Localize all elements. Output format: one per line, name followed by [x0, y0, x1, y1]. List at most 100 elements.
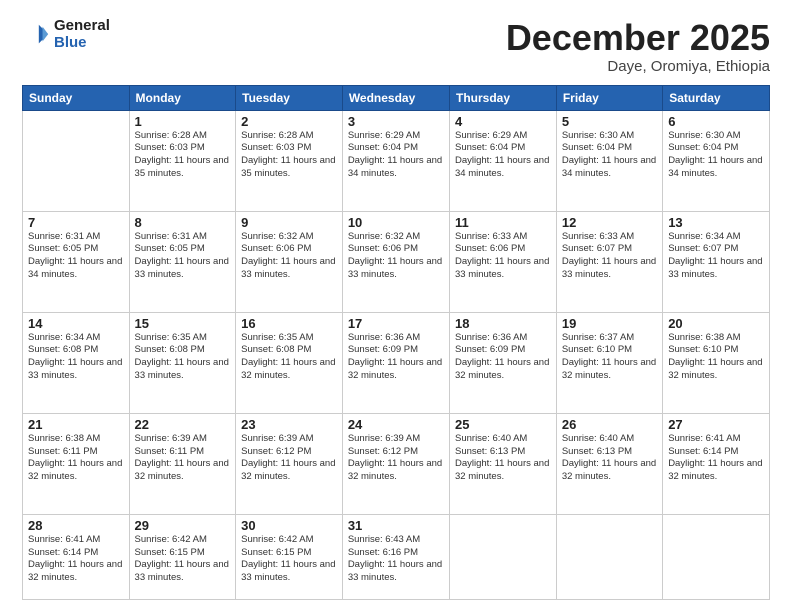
day-number: 18	[455, 316, 551, 331]
calendar-cell: 13Sunrise: 6:34 AMSunset: 6:07 PMDayligh…	[663, 211, 770, 312]
calendar-cell: 4Sunrise: 6:29 AMSunset: 6:04 PMDaylight…	[450, 110, 557, 211]
day-detail: Sunrise: 6:35 AMSunset: 6:08 PMDaylight:…	[135, 332, 231, 383]
day-number: 8	[135, 215, 231, 230]
day-detail: Sunrise: 6:36 AMSunset: 6:09 PMDaylight:…	[348, 332, 444, 383]
calendar-cell: 18Sunrise: 6:36 AMSunset: 6:09 PMDayligh…	[450, 312, 557, 413]
week-row-4: 21Sunrise: 6:38 AMSunset: 6:11 PMDayligh…	[23, 413, 770, 514]
day-number: 30	[241, 518, 337, 533]
calendar-cell: 24Sunrise: 6:39 AMSunset: 6:12 PMDayligh…	[342, 413, 449, 514]
day-number: 5	[562, 114, 657, 129]
calendar-cell: 29Sunrise: 6:42 AMSunset: 6:15 PMDayligh…	[129, 514, 236, 599]
calendar-cell: 9Sunrise: 6:32 AMSunset: 6:06 PMDaylight…	[236, 211, 343, 312]
day-number: 31	[348, 518, 444, 533]
calendar-cell: 30Sunrise: 6:42 AMSunset: 6:15 PMDayligh…	[236, 514, 343, 599]
day-detail: Sunrise: 6:35 AMSunset: 6:08 PMDaylight:…	[241, 332, 337, 383]
calendar-cell: 25Sunrise: 6:40 AMSunset: 6:13 PMDayligh…	[450, 413, 557, 514]
day-number: 25	[455, 417, 551, 432]
day-detail: Sunrise: 6:33 AMSunset: 6:06 PMDaylight:…	[455, 231, 551, 282]
day-number: 10	[348, 215, 444, 230]
day-detail: Sunrise: 6:34 AMSunset: 6:08 PMDaylight:…	[28, 332, 124, 383]
day-detail: Sunrise: 6:42 AMSunset: 6:15 PMDaylight:…	[135, 534, 231, 585]
day-number: 21	[28, 417, 124, 432]
day-number: 1	[135, 114, 231, 129]
weekday-header-thursday: Thursday	[450, 85, 557, 110]
day-number: 14	[28, 316, 124, 331]
day-detail: Sunrise: 6:28 AMSunset: 6:03 PMDaylight:…	[135, 130, 231, 181]
week-row-1: 1Sunrise: 6:28 AMSunset: 6:03 PMDaylight…	[23, 110, 770, 211]
weekday-header-friday: Friday	[556, 85, 662, 110]
day-number: 17	[348, 316, 444, 331]
calendar-cell	[450, 514, 557, 599]
calendar-cell: 8Sunrise: 6:31 AMSunset: 6:05 PMDaylight…	[129, 211, 236, 312]
day-detail: Sunrise: 6:38 AMSunset: 6:10 PMDaylight:…	[668, 332, 764, 383]
day-detail: Sunrise: 6:32 AMSunset: 6:06 PMDaylight:…	[241, 231, 337, 282]
calendar-cell: 5Sunrise: 6:30 AMSunset: 6:04 PMDaylight…	[556, 110, 662, 211]
logo-icon	[22, 21, 50, 49]
day-detail: Sunrise: 6:39 AMSunset: 6:11 PMDaylight:…	[135, 433, 231, 484]
day-number: 7	[28, 215, 124, 230]
weekday-header-monday: Monday	[129, 85, 236, 110]
day-detail: Sunrise: 6:30 AMSunset: 6:04 PMDaylight:…	[668, 130, 764, 181]
day-detail: Sunrise: 6:31 AMSunset: 6:05 PMDaylight:…	[135, 231, 231, 282]
calendar-cell: 1Sunrise: 6:28 AMSunset: 6:03 PMDaylight…	[129, 110, 236, 211]
day-detail: Sunrise: 6:36 AMSunset: 6:09 PMDaylight:…	[455, 332, 551, 383]
calendar-cell: 3Sunrise: 6:29 AMSunset: 6:04 PMDaylight…	[342, 110, 449, 211]
calendar-cell: 6Sunrise: 6:30 AMSunset: 6:04 PMDaylight…	[663, 110, 770, 211]
calendar-cell	[23, 110, 130, 211]
weekday-header-saturday: Saturday	[663, 85, 770, 110]
day-detail: Sunrise: 6:39 AMSunset: 6:12 PMDaylight:…	[241, 433, 337, 484]
logo-blue: Blue	[54, 35, 110, 52]
day-number: 11	[455, 215, 551, 230]
day-number: 29	[135, 518, 231, 533]
header: General Blue December 2025 Daye, Oromiya…	[22, 18, 770, 75]
weekday-header-wednesday: Wednesday	[342, 85, 449, 110]
day-number: 15	[135, 316, 231, 331]
calendar-cell: 14Sunrise: 6:34 AMSunset: 6:08 PMDayligh…	[23, 312, 130, 413]
calendar-body: 1Sunrise: 6:28 AMSunset: 6:03 PMDaylight…	[23, 110, 770, 599]
week-row-3: 14Sunrise: 6:34 AMSunset: 6:08 PMDayligh…	[23, 312, 770, 413]
calendar-cell: 22Sunrise: 6:39 AMSunset: 6:11 PMDayligh…	[129, 413, 236, 514]
title-block: December 2025 Daye, Oromiya, Ethiopia	[506, 18, 770, 75]
day-detail: Sunrise: 6:29 AMSunset: 6:04 PMDaylight:…	[455, 130, 551, 181]
page: General Blue December 2025 Daye, Oromiya…	[0, 0, 792, 612]
day-detail: Sunrise: 6:41 AMSunset: 6:14 PMDaylight:…	[668, 433, 764, 484]
day-detail: Sunrise: 6:30 AMSunset: 6:04 PMDaylight:…	[562, 130, 657, 181]
logo-text: General Blue	[54, 18, 110, 51]
day-detail: Sunrise: 6:40 AMSunset: 6:13 PMDaylight:…	[455, 433, 551, 484]
day-detail: Sunrise: 6:33 AMSunset: 6:07 PMDaylight:…	[562, 231, 657, 282]
calendar-cell: 2Sunrise: 6:28 AMSunset: 6:03 PMDaylight…	[236, 110, 343, 211]
day-detail: Sunrise: 6:32 AMSunset: 6:06 PMDaylight:…	[348, 231, 444, 282]
week-row-5: 28Sunrise: 6:41 AMSunset: 6:14 PMDayligh…	[23, 514, 770, 599]
day-number: 19	[562, 316, 657, 331]
day-detail: Sunrise: 6:29 AMSunset: 6:04 PMDaylight:…	[348, 130, 444, 181]
day-number: 12	[562, 215, 657, 230]
calendar-cell: 11Sunrise: 6:33 AMSunset: 6:06 PMDayligh…	[450, 211, 557, 312]
day-detail: Sunrise: 6:41 AMSunset: 6:14 PMDaylight:…	[28, 534, 124, 585]
weekday-header-sunday: Sunday	[23, 85, 130, 110]
calendar-cell: 28Sunrise: 6:41 AMSunset: 6:14 PMDayligh…	[23, 514, 130, 599]
calendar-cell: 10Sunrise: 6:32 AMSunset: 6:06 PMDayligh…	[342, 211, 449, 312]
calendar-cell: 26Sunrise: 6:40 AMSunset: 6:13 PMDayligh…	[556, 413, 662, 514]
day-detail: Sunrise: 6:28 AMSunset: 6:03 PMDaylight:…	[241, 130, 337, 181]
weekday-header-row: SundayMondayTuesdayWednesdayThursdayFrid…	[23, 85, 770, 110]
day-detail: Sunrise: 6:39 AMSunset: 6:12 PMDaylight:…	[348, 433, 444, 484]
day-number: 22	[135, 417, 231, 432]
day-number: 16	[241, 316, 337, 331]
day-detail: Sunrise: 6:37 AMSunset: 6:10 PMDaylight:…	[562, 332, 657, 383]
day-number: 27	[668, 417, 764, 432]
day-detail: Sunrise: 6:43 AMSunset: 6:16 PMDaylight:…	[348, 534, 444, 585]
day-number: 13	[668, 215, 764, 230]
calendar-table: SundayMondayTuesdayWednesdayThursdayFrid…	[22, 85, 770, 600]
calendar-cell: 16Sunrise: 6:35 AMSunset: 6:08 PMDayligh…	[236, 312, 343, 413]
day-number: 23	[241, 417, 337, 432]
calendar-cell	[556, 514, 662, 599]
day-number: 9	[241, 215, 337, 230]
logo: General Blue	[22, 18, 110, 51]
day-number: 24	[348, 417, 444, 432]
calendar-cell	[663, 514, 770, 599]
calendar-cell: 17Sunrise: 6:36 AMSunset: 6:09 PMDayligh…	[342, 312, 449, 413]
calendar-cell: 19Sunrise: 6:37 AMSunset: 6:10 PMDayligh…	[556, 312, 662, 413]
calendar-cell: 15Sunrise: 6:35 AMSunset: 6:08 PMDayligh…	[129, 312, 236, 413]
calendar-cell: 12Sunrise: 6:33 AMSunset: 6:07 PMDayligh…	[556, 211, 662, 312]
day-number: 2	[241, 114, 337, 129]
